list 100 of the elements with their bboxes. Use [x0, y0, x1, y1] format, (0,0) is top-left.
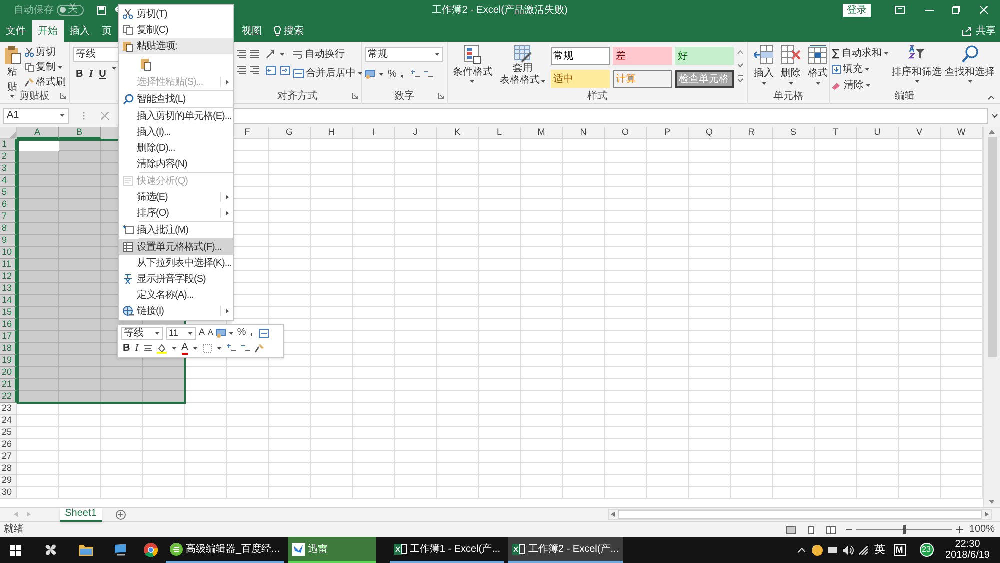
row-header[interactable]: 7 — [0, 211, 17, 223]
row-header[interactable]: 5 — [0, 187, 17, 199]
name-box[interactable]: A1 — [3, 108, 69, 124]
align-right-icon[interactable] — [250, 65, 259, 75]
close-icon[interactable] — [980, 6, 988, 14]
menu-item[interactable]: 清除内容(N) — [119, 156, 233, 172]
merge-center-button[interactable]: 合并后居中 — [293, 66, 363, 81]
menu-item[interactable]: 插入批注(M) — [119, 222, 233, 238]
font-size-field[interactable]: 11 — [166, 326, 196, 340]
share-button[interactable]: 共享 — [962, 20, 1000, 42]
menu-item[interactable]: 筛选(E) — [119, 189, 233, 205]
collapse-ribbon-icon[interactable] — [988, 96, 995, 100]
sheet-tab[interactable]: Sheet1 — [60, 508, 102, 522]
taskbar-item[interactable]: 工作簿2 - Excel(产... — [508, 537, 624, 563]
column-header[interactable]: J — [395, 127, 437, 139]
shrink-font-button[interactable]: A — [208, 327, 214, 339]
input-method-indicator[interactable]: 英 — [874, 542, 886, 558]
cell-style-option[interactable]: 好 — [674, 47, 734, 65]
row-header[interactable]: 2 — [0, 151, 17, 163]
smiley-icon[interactable] — [812, 544, 822, 556]
row-header[interactable]: 19 — [0, 355, 17, 367]
menu-item[interactable]: 从下拉列表中选择(K)... — [119, 255, 233, 271]
column-header[interactable]: W — [941, 127, 983, 139]
windows-start-icon[interactable] — [10, 544, 21, 556]
align-middle-icon[interactable] — [237, 49, 246, 59]
delete-cells-button[interactable]: 删除 — [779, 45, 803, 90]
computer-icon[interactable] — [113, 544, 127, 556]
row-header[interactable]: 13 — [0, 283, 17, 295]
column-header[interactable]: I — [353, 127, 395, 139]
comma-style-button[interactable]: , — [400, 67, 404, 82]
copy-button[interactable]: 复制 — [25, 60, 66, 75]
wrap-text-button[interactable]: 自动换行 — [293, 47, 363, 62]
format-as-table-button[interactable]: 套用 表格格式 — [498, 45, 548, 90]
row-header[interactable]: 6 — [0, 199, 17, 211]
autosum-button[interactable]: 自动求和 — [832, 46, 889, 61]
increase-decimal-icon[interactable] — [410, 70, 420, 79]
percent-button[interactable]: % — [237, 327, 246, 339]
taskbar-item[interactable]: 迅雷 — [288, 537, 376, 563]
font-name-field[interactable]: 等线 — [121, 326, 163, 340]
currency-icon[interactable] — [216, 328, 226, 338]
restore-icon[interactable] — [952, 6, 960, 14]
decrease-decimal-icon[interactable] — [424, 70, 433, 79]
cell-style-option[interactable]: 常规 — [550, 47, 610, 65]
brush-icon[interactable] — [255, 344, 264, 353]
sign-in-button[interactable]: 登录 — [843, 4, 871, 16]
font-color-button[interactable]: A — [182, 342, 188, 354]
zoom-in-icon[interactable] — [956, 526, 964, 533]
folder-icon[interactable] — [79, 544, 93, 556]
horizontal-scrollbar[interactable] — [608, 509, 992, 520]
row-header[interactable]: 12 — [0, 271, 17, 283]
menu-item[interactable]: 链接(I) — [119, 303, 233, 319]
column-header[interactable]: O — [605, 127, 647, 139]
menu-item[interactable]: 删除(D)... — [119, 140, 233, 156]
font-name-field[interactable]: 等线 — [73, 47, 119, 62]
column-header[interactable]: T — [815, 127, 857, 139]
row-header[interactable]: 18 — [0, 343, 17, 355]
merge-icon[interactable] — [259, 328, 270, 338]
row-header[interactable]: 29 — [0, 475, 17, 487]
row-header[interactable]: 21 — [0, 379, 17, 391]
grow-font-button[interactable]: A — [199, 326, 206, 340]
row-header[interactable]: 26 — [0, 439, 17, 451]
cell-style-option[interactable]: 适中 — [550, 70, 610, 88]
add-sheet-icon[interactable] — [116, 510, 126, 520]
row-header[interactable]: 11 — [0, 259, 17, 271]
orientation-icon[interactable] — [266, 50, 276, 58]
paste-option-button[interactable] — [139, 56, 153, 72]
taskbar-item[interactable]: 高级编辑器_百度经... — [166, 537, 284, 563]
expand-formula-icon[interactable] — [992, 114, 998, 118]
row-header[interactable]: 24 — [0, 415, 17, 427]
dialog-launcher-icon[interactable] — [438, 93, 444, 99]
row-header[interactable]: 8 — [0, 223, 17, 235]
paste-button[interactable]: 粘贴 — [3, 45, 22, 90]
menu-item[interactable]: 复制(C) — [119, 22, 233, 38]
menu-item[interactable]: 排序(O) — [119, 205, 233, 221]
column-header[interactable]: V — [899, 127, 941, 139]
ribbon-tab[interactable]: 开始 — [32, 20, 64, 42]
zoom-slider-thumb[interactable] — [902, 525, 906, 534]
dialog-launcher-icon[interactable] — [352, 93, 358, 99]
gallery-more-icon[interactable] — [737, 73, 744, 84]
ribbon-tab[interactable]: 视图 — [236, 20, 268, 42]
sort-filter-button[interactable]: 排序和筛选 — [892, 45, 942, 90]
page-layout-icon[interactable] — [806, 526, 816, 534]
column-header[interactable]: H — [311, 127, 353, 139]
column-header[interactable]: M — [521, 127, 563, 139]
column-header[interactable]: L — [479, 127, 521, 139]
column-header[interactable]: B — [59, 127, 101, 139]
battery-icon[interactable] — [828, 547, 838, 553]
menu-item[interactable]: 智能查找(L) — [119, 91, 233, 107]
format-painter-button[interactable]: 格式刷 — [25, 75, 66, 90]
menu-item[interactable]: 设置单元格格式(F)... — [119, 239, 233, 255]
row-header[interactable]: 22 — [0, 391, 17, 403]
currency-icon[interactable] — [365, 70, 375, 79]
save-icon[interactable] — [97, 6, 106, 14]
column-header[interactable]: S — [773, 127, 815, 139]
menu-item[interactable]: 显示拼音字段(S) — [119, 271, 233, 287]
ribbon-tab[interactable]: 插入 — [64, 20, 96, 42]
comma-style-button[interactable]: , — [249, 327, 254, 339]
fill-color-icon[interactable] — [156, 344, 167, 354]
page-break-icon[interactable] — [826, 526, 836, 534]
vertical-scrollbar[interactable] — [983, 127, 1000, 507]
